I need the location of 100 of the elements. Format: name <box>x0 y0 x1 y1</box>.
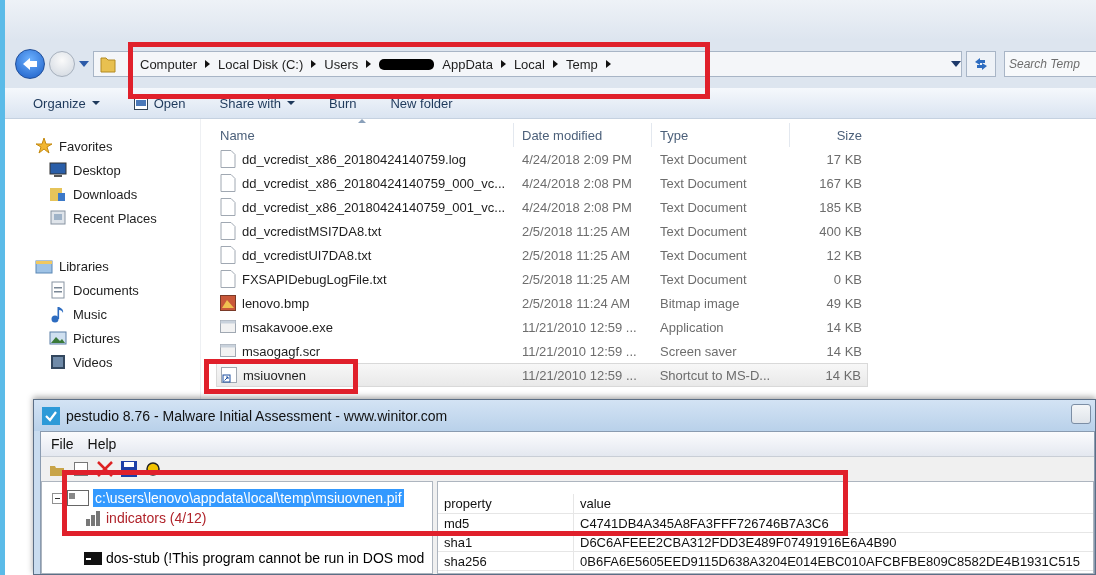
window-icon <box>220 342 236 360</box>
breadcrumb[interactable]: Local <box>513 56 545 72</box>
search-field[interactable]: Search Temp <box>1004 51 1096 77</box>
film-icon <box>49 353 67 371</box>
document-icon <box>220 150 236 168</box>
breadcrumb[interactable]: Users <box>324 56 359 72</box>
close-icon <box>97 461 113 477</box>
file-row[interactable]: msiuovnen 11/21/2010 12:59 ... Shortcut to MS-D... 14 KB <box>216 363 868 387</box>
refresh-button[interactable] <box>966 51 996 77</box>
breadcrumb-arrow-icon[interactable] <box>366 60 372 68</box>
menu-item[interactable]: Help <box>87 436 117 452</box>
breadcrumb[interactable]: Temp <box>565 56 598 72</box>
window-icon <box>220 318 236 336</box>
date-cell-text: 4/24/2018 2:09 PM <box>521 151 633 167</box>
redaction-mark <box>379 58 435 70</box>
breadcrumb[interactable]: Computer <box>140 56 198 72</box>
size-cell-text: 17 KB <box>825 151 863 167</box>
type-cell-text: Application <box>659 319 725 335</box>
file-name[interactable]: msaogagf.scr <box>242 343 321 359</box>
file-row[interactable]: dd_vcredistUI7DA8.txt 2/5/2018 11:25 AM Text Document 12 KB <box>216 243 868 267</box>
file-row[interactable]: dd_vcredist_x86_20180424140759.log 4/24/2018 2:09 PM Text Document 17 KB <box>216 147 868 171</box>
type-cell-text: Text Document <box>659 247 748 263</box>
back-arrow-icon <box>22 57 38 71</box>
column-header[interactable]: Type <box>652 123 790 147</box>
tree-item[interactable]: dos-stub (!This program cannot be run in DOS mod <box>106 550 425 566</box>
date-cell-text: 2/5/2018 11:25 AM <box>521 271 632 287</box>
shortcut-icon <box>221 366 237 384</box>
breadcrumb[interactable]: AppData <box>442 56 493 72</box>
back-button[interactable] <box>15 49 45 79</box>
nav-item[interactable]: Music <box>5 302 200 326</box>
breadcrumb-arrow-icon[interactable] <box>552 60 558 68</box>
file-row[interactable]: msaogagf.scr 11/21/2010 12:59 ... Screen saver 14 KB <box>216 339 868 363</box>
document-icon <box>220 198 236 216</box>
date-cell-text: 2/5/2018 11:24 AM <box>521 295 632 311</box>
picture-icon <box>220 294 236 312</box>
nav-item[interactable]: Recent Places <box>5 206 200 230</box>
size-cell-text: 49 KB <box>825 295 863 311</box>
nav-group[interactable]: Favorites <box>5 134 200 158</box>
coin-icon <box>145 461 161 477</box>
document-icon <box>220 246 236 264</box>
column-header[interactable]: Name <box>216 123 514 147</box>
table-cell-text: C4741DB4A345A8FA3FFF726746B7A3C6 <box>579 515 829 531</box>
picture-icon <box>49 329 67 347</box>
file-name[interactable]: dd_vcredistMSI7DA8.txt <box>242 223 382 239</box>
nav-item[interactable]: Videos <box>5 350 200 374</box>
type-cell-text: Shortcut to MS-D... <box>658 367 772 383</box>
nav-item[interactable]: Desktop <box>5 158 200 182</box>
toolbar-button[interactable]: Open <box>133 95 186 111</box>
column-header[interactable]: value <box>574 496 612 511</box>
file-name[interactable]: dd_vcredist_x86_20180424140759_001_vc... <box>242 199 506 215</box>
size-cell-text: 185 KB <box>818 199 863 215</box>
table-cell: sha256 <box>438 552 574 570</box>
type-cell-text: Bitmap image <box>659 295 741 311</box>
breadcrumb-arrow-icon[interactable] <box>500 60 506 68</box>
breadcrumb-arrow-icon[interactable] <box>311 60 317 68</box>
file-name[interactable]: FXSAPIDebugLogFile.txt <box>242 271 387 287</box>
file-row[interactable]: FXSAPIDebugLogFile.txt 2/5/2018 11:25 AM Text Document 0 KB <box>216 267 868 291</box>
file-name[interactable]: dd_vcredist_x86_20180424140759_000_vc... <box>242 175 506 191</box>
table-cell: sha1 <box>438 533 574 551</box>
nav-item[interactable]: Downloads <box>5 182 200 206</box>
file-name[interactable]: dd_vcredist_x86_20180424140759.log <box>242 151 467 167</box>
nav-group[interactable]: Libraries <box>5 254 200 278</box>
file-row[interactable]: dd_vcredist_x86_20180424140759_001_vc... 4/24/2018 2:08 PM Text Document 185 KB <box>216 195 868 219</box>
nav-item[interactable]: Pictures <box>5 326 200 350</box>
file-row[interactable]: lenovo.bmp 2/5/2018 11:24 AM Bitmap image 49 KB <box>216 291 868 315</box>
file-name[interactable]: lenovo.bmp <box>242 295 310 311</box>
folder-icon <box>100 55 116 73</box>
file-name[interactable]: dd_vcredistUI7DA8.txt <box>242 247 372 263</box>
table-cell: md5 <box>438 514 574 532</box>
refresh-icon <box>973 57 989 71</box>
tree-item[interactable]: indicators (4/12) <box>106 510 207 526</box>
toolbar-button[interactable]: Burn <box>329 95 357 111</box>
size-cell-text: 12 KB <box>825 247 863 263</box>
toolbar-button[interactable]: Share with <box>219 95 295 111</box>
file-row[interactable]: msakavooe.exe 11/21/2010 12:59 ... Application 14 KB <box>216 315 868 339</box>
restore-button[interactable] <box>1071 404 1091 424</box>
document-icon <box>220 222 236 240</box>
nav-item[interactable]: Documents <box>5 278 200 302</box>
breadcrumb[interactable]: Local Disk (C:) <box>218 56 304 72</box>
size-cell-text: 14 KB <box>825 343 863 359</box>
file-row[interactable]: dd_vcredistMSI7DA8.txt 2/5/2018 11:25 AM Text Document 400 KB <box>216 219 868 243</box>
file-name[interactable]: msiuovnen <box>243 367 306 383</box>
address-bar[interactable]: Computer Local Disk (C:) Users AppData Local Temp <box>93 51 962 77</box>
toolbar-button[interactable]: Organize <box>33 95 100 111</box>
file-row[interactable]: dd_vcredist_x86_20180424140759_000_vc... 4/24/2018 2:08 PM Text Document 167 KB <box>216 171 868 195</box>
file-name[interactable]: msakavooe.exe <box>242 319 334 335</box>
menu-item[interactable]: File <box>51 436 74 452</box>
type-cell-text: Text Document <box>659 151 748 167</box>
date-cell-text: 2/5/2018 11:25 AM <box>521 247 632 263</box>
date-cell-text: 2/5/2018 11:25 AM <box>521 223 632 239</box>
column-header[interactable]: Date modified <box>514 123 652 147</box>
collapse-icon[interactable] <box>52 492 63 504</box>
date-cell-text: 11/21/2010 12:59 ... <box>521 319 638 335</box>
column-header[interactable]: Size <box>790 123 868 147</box>
toolbar-button[interactable]: New folder <box>390 95 453 111</box>
column-header[interactable]: property <box>438 494 574 513</box>
breadcrumb-arrow-icon[interactable] <box>605 60 611 68</box>
type-cell-text: Text Document <box>659 175 748 191</box>
breadcrumb-arrow-icon[interactable] <box>205 60 211 68</box>
bar-chart-icon <box>84 510 102 526</box>
